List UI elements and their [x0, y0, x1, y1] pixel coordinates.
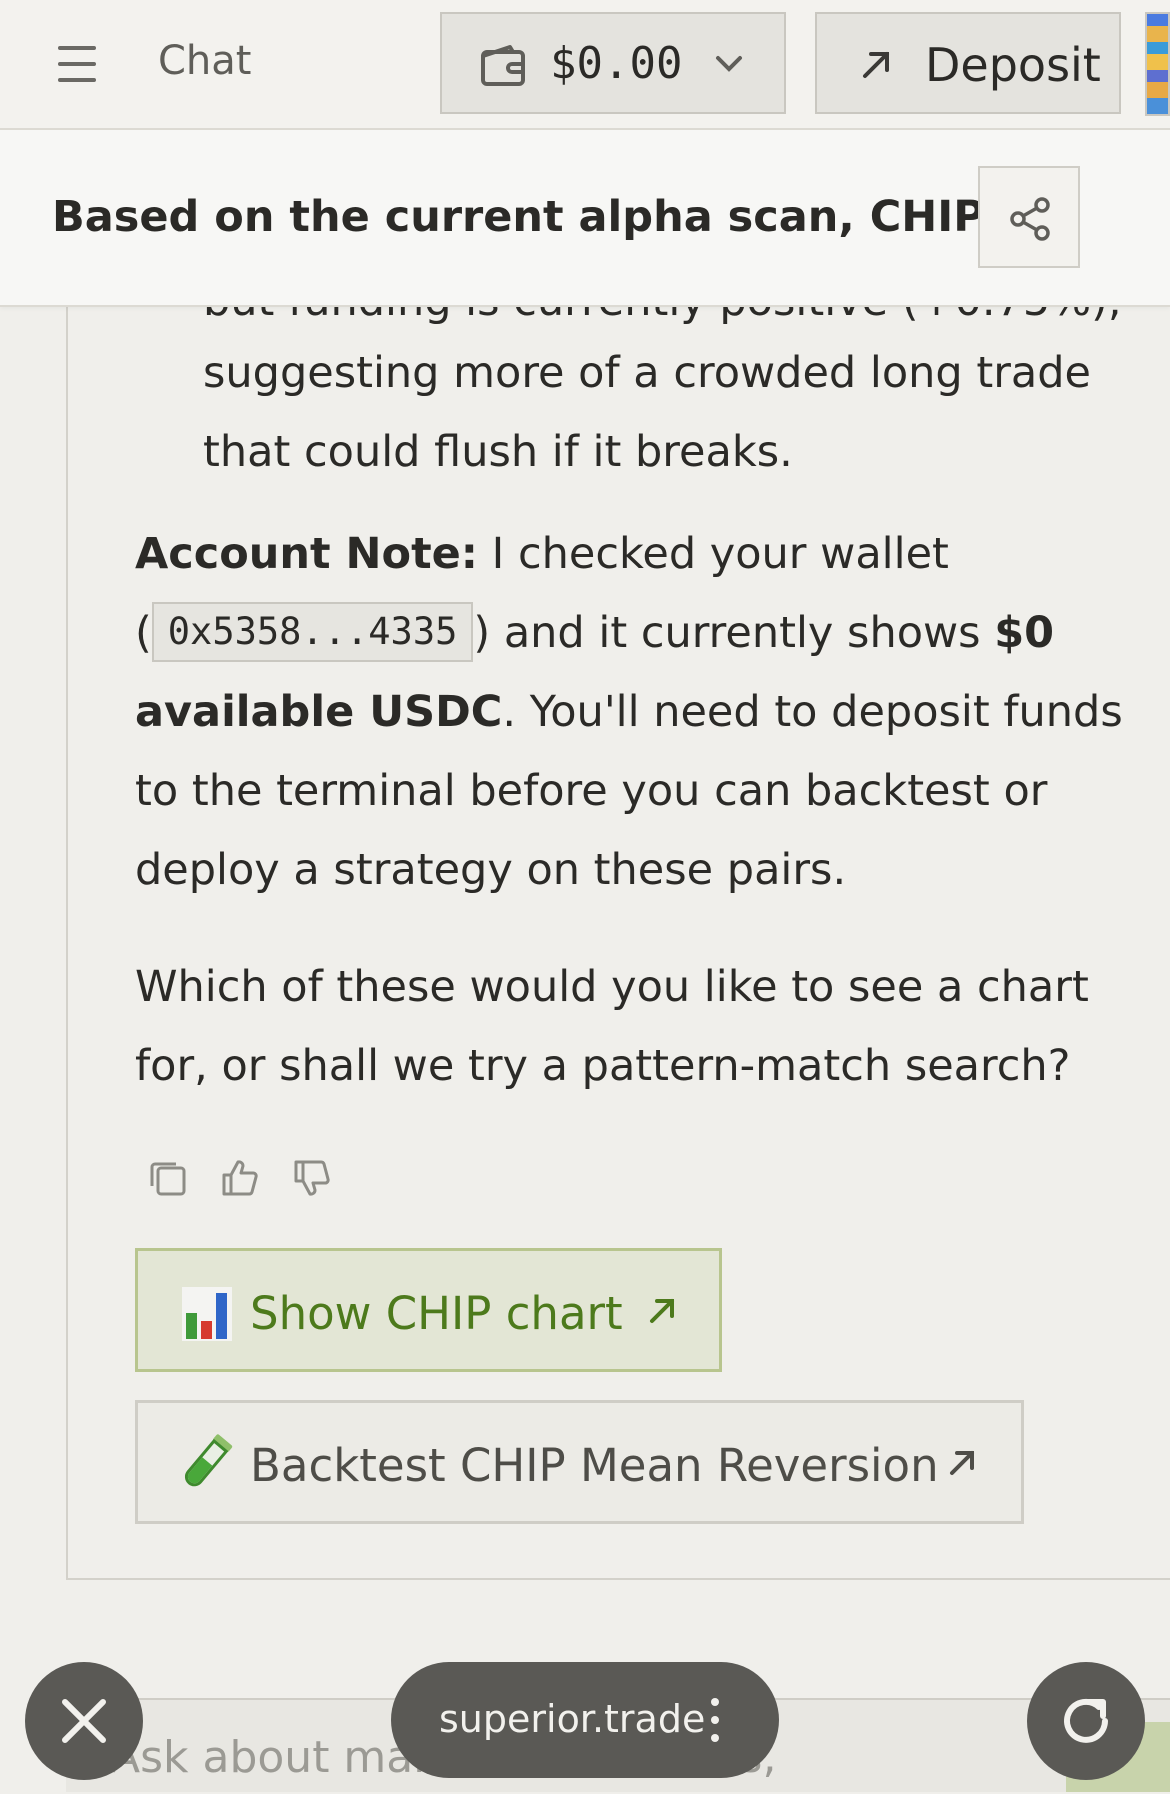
show-chart-label: Show CHIP chart: [250, 1287, 623, 1340]
account-note-paragraph: Account Note: I checked your wallet (0x5…: [135, 515, 1145, 910]
chat-title-bar: Based on the current alpha scan, CHIP is: [0, 130, 1170, 307]
chat-title: Based on the current alpha scan, CHIP is: [52, 192, 1041, 242]
copy-icon[interactable]: [148, 1158, 188, 1202]
site-url-label: superior.trade: [439, 1697, 706, 1741]
bullet-line: that could flush if it breaks.: [203, 427, 793, 477]
deposit-button[interactable]: Deposit: [815, 12, 1121, 114]
share-button[interactable]: [978, 166, 1080, 268]
account-note-text: I checked your wallet: [478, 529, 949, 579]
message-bullet-continuation: suggesting more of a crowded long trade …: [203, 334, 1103, 492]
thumbs-up-icon[interactable]: [220, 1158, 260, 1202]
arrow-up-right-icon: [646, 1293, 680, 1331]
wallet-address-code: 0x5358...4335: [151, 601, 474, 662]
wallet-icon: [480, 44, 528, 92]
avatar[interactable]: [1145, 12, 1170, 116]
hamburger-icon[interactable]: [56, 44, 100, 84]
top-nav-bar: Chat $0.00 Deposit: [0, 0, 1170, 130]
wallet-balance-button[interactable]: $0.00: [440, 12, 786, 114]
close-button[interactable]: [25, 1662, 143, 1780]
account-note-text: ) and it currently shows: [473, 608, 995, 658]
thumbs-down-icon[interactable]: [292, 1158, 332, 1202]
backtest-button[interactable]: Backtest CHIP Mean Reversion: [135, 1400, 1024, 1524]
reload-button[interactable]: [1027, 1662, 1145, 1780]
paren-open: (: [135, 608, 152, 658]
show-chart-button[interactable]: Show CHIP chart: [135, 1248, 722, 1372]
test-tube-icon: [176, 1431, 236, 1499]
nav-title: Chat: [158, 38, 252, 84]
account-note-label: Account Note:: [135, 529, 478, 579]
arrow-up-right-icon: [859, 46, 895, 86]
follow-up-question: Which of these would you like to see a c…: [135, 962, 1089, 1091]
arrow-up-right-icon: [946, 1445, 980, 1483]
chevron-down-icon: [714, 54, 744, 78]
bullet-line: suggesting more of a crowded long trade: [203, 348, 1091, 398]
more-vertical-icon[interactable]: [711, 1698, 719, 1752]
site-url-pill[interactable]: superior.trade: [391, 1662, 779, 1778]
deposit-label: Deposit: [925, 38, 1101, 92]
bar-chart-icon: [182, 1287, 232, 1345]
balance-value: $0.00: [550, 38, 683, 89]
backtest-label: Backtest CHIP Mean Reversion: [250, 1439, 939, 1492]
